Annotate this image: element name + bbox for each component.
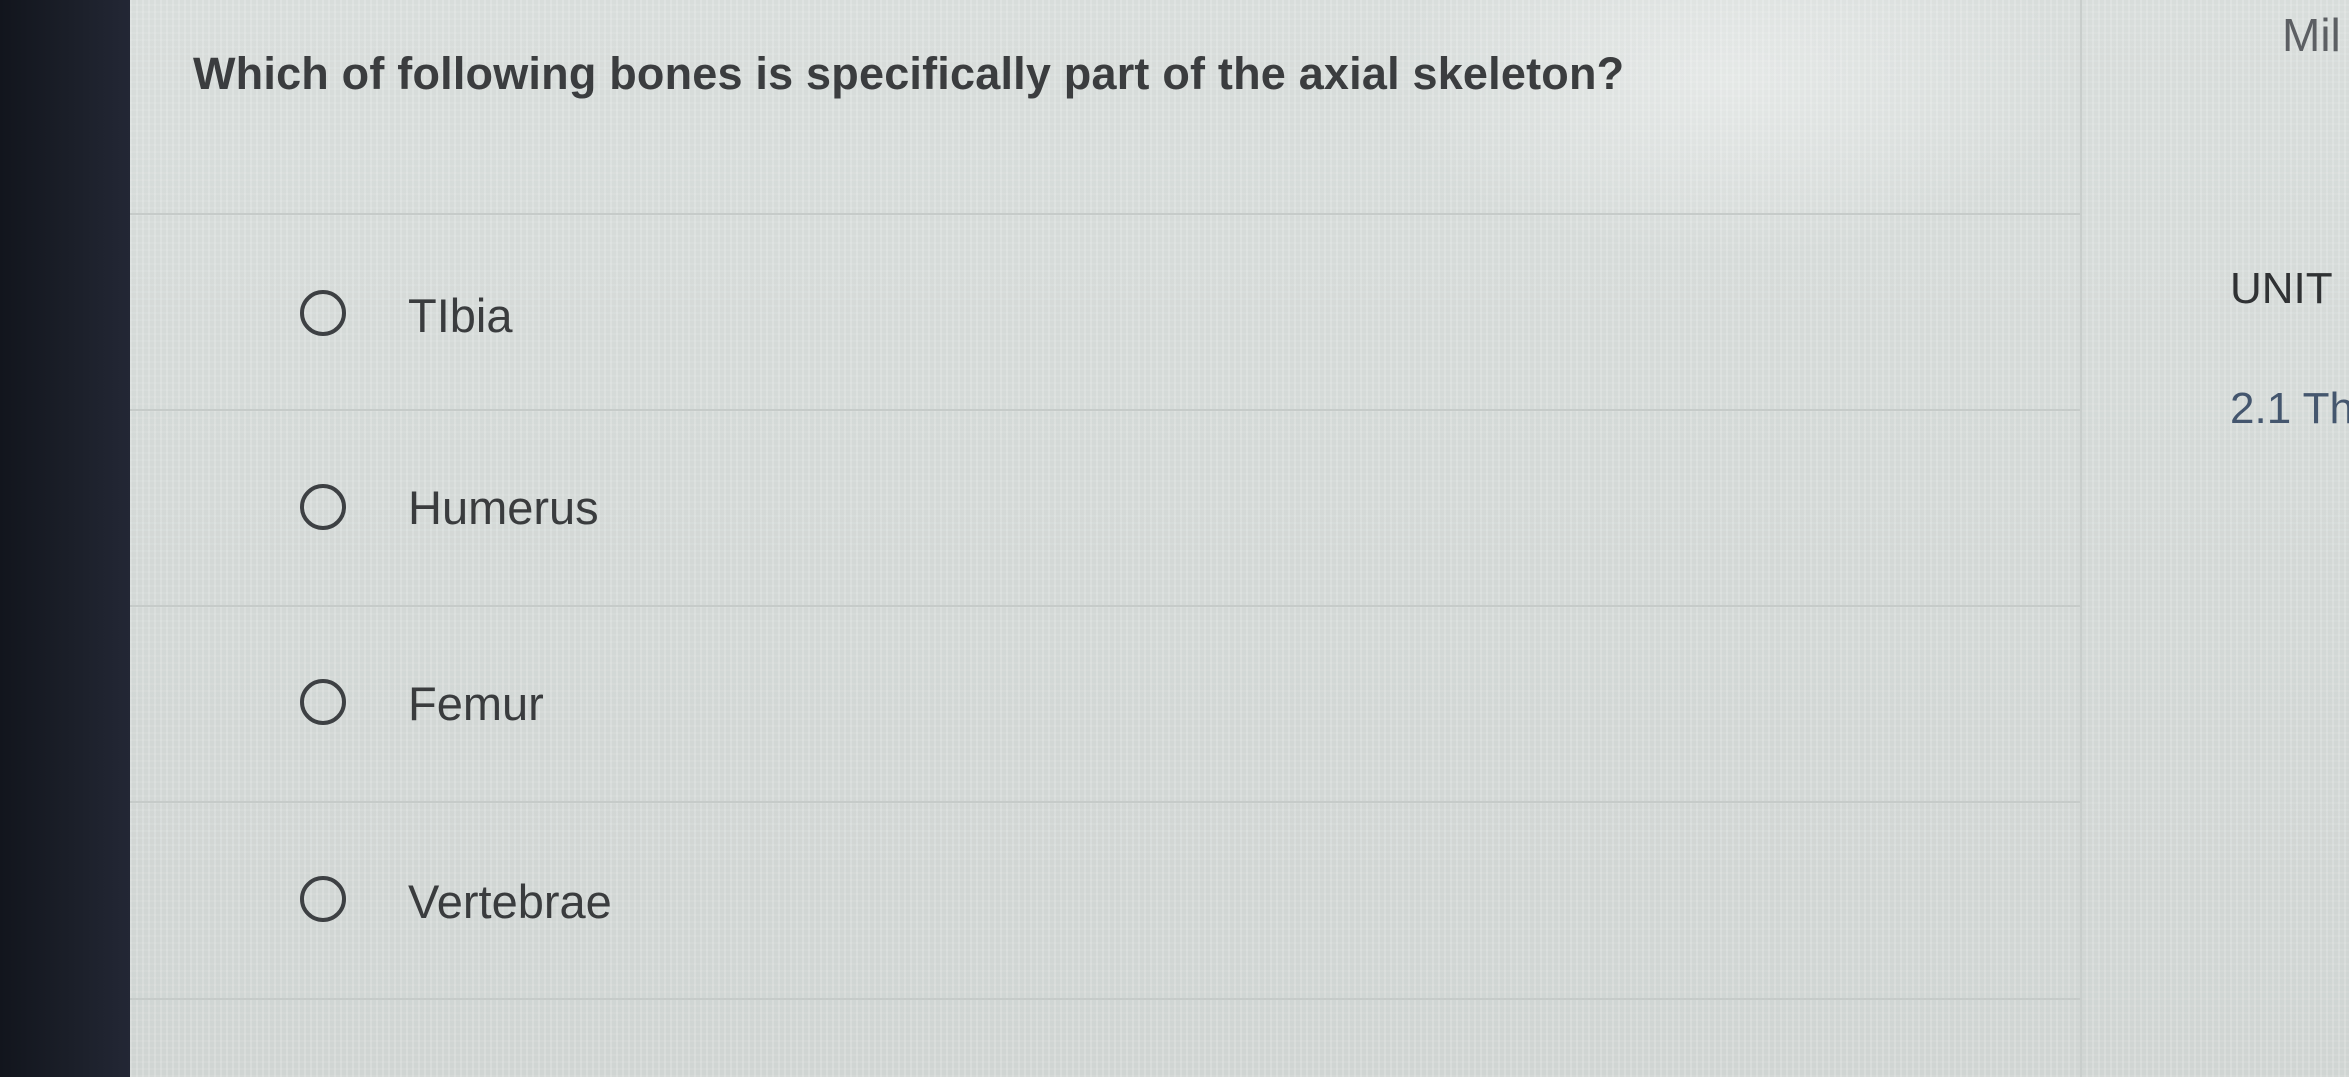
unit-label: UNIT (2230, 264, 2333, 313)
option-femur[interactable]: Femur (130, 607, 2080, 803)
radio-button-icon[interactable] (300, 290, 346, 336)
radio-button-icon[interactable] (300, 484, 346, 530)
option-label: Femur (408, 677, 544, 730)
option-tibia[interactable]: TIbia (130, 215, 2080, 411)
question-text: Which of following bones is specifically… (193, 48, 1625, 99)
question-panel: Which of following bones is specifically… (130, 0, 2080, 1077)
section-link[interactable]: 2.1 Th (2230, 384, 2349, 434)
radio-button-icon[interactable] (300, 876, 346, 922)
option-label: Vertebrae (408, 875, 612, 928)
option-vertebrae[interactable]: Vertebrae (130, 803, 2080, 999)
divider (130, 998, 2080, 1000)
panel-header-text: Mil (2282, 9, 2341, 61)
right-side-panel: Mil UNIT 2.1 Th (2080, 0, 2349, 1077)
radio-button-icon[interactable] (300, 679, 346, 725)
option-humerus[interactable]: Humerus (130, 411, 2080, 607)
screen-bezel (0, 0, 130, 1077)
option-label: Humerus (408, 481, 599, 534)
option-label: TIbia (408, 289, 513, 342)
